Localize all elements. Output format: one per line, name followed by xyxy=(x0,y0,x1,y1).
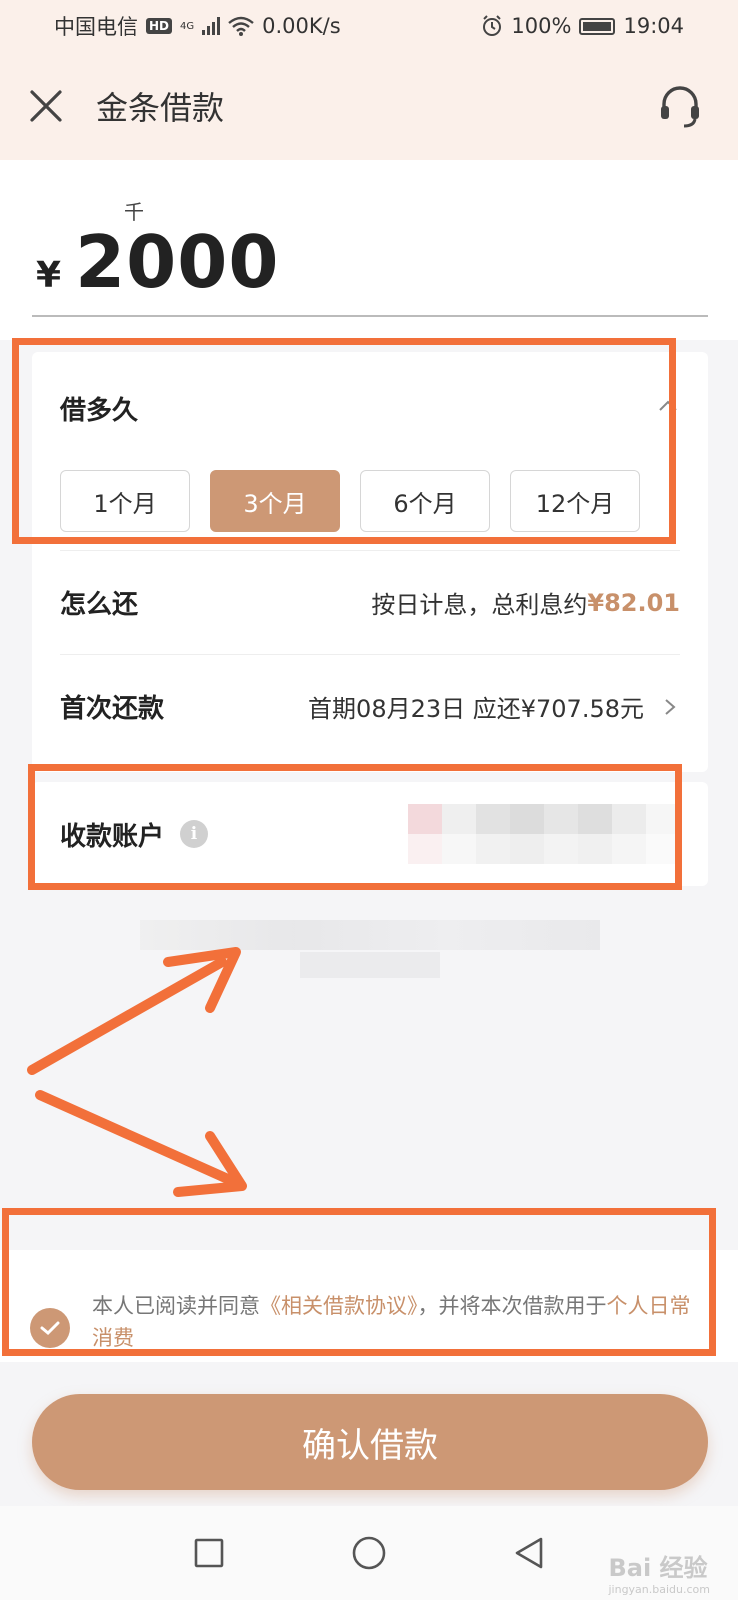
wifi-icon xyxy=(228,16,254,36)
agreement-text: 本人已阅读并同意《相关借款协议》，并将本次借款用于个人日常消费 xyxy=(92,1290,692,1354)
loan-details-card: 借多久 1个月 3个月 6个月 12个月 怎么还 按日计息，总利息约 ¥82.0… xyxy=(32,352,708,772)
battery-icon xyxy=(579,17,616,35)
repayment-method-row: 怎么还 按日计息，总利息约 ¥82.01 xyxy=(60,550,680,654)
amount-value: 2000 xyxy=(75,220,280,304)
repayment-label: 怎么还 xyxy=(60,590,139,620)
network-type: 4G xyxy=(180,20,195,32)
agreement-text-2: ，并将本次借款用于 xyxy=(417,1294,607,1318)
triangle-back-icon xyxy=(515,1537,543,1569)
battery-percent: 100% xyxy=(511,14,572,38)
annotation-arrows xyxy=(27,947,247,1197)
total-interest: ¥82.01 xyxy=(587,588,680,617)
customer-service-button[interactable] xyxy=(656,82,704,130)
agree-checkbox[interactable] xyxy=(30,1308,70,1348)
info-icon[interactable]: i xyxy=(180,820,209,848)
first-payment-label: 首次还款 xyxy=(60,694,165,724)
net-speed: 0.00K/s xyxy=(262,14,341,38)
close-button[interactable] xyxy=(26,86,66,126)
amount-underline xyxy=(32,315,708,317)
page-title: 金条借款 xyxy=(96,89,225,127)
check-icon xyxy=(40,1321,60,1336)
chevron-up-icon[interactable] xyxy=(656,394,680,418)
masked-account-number xyxy=(408,804,680,864)
loan-agreement-link[interactable]: 《相关借款协议》 xyxy=(260,1294,418,1318)
blurred-text-2 xyxy=(300,952,440,978)
amount-input[interactable]: ¥ 2000 xyxy=(36,220,279,304)
confirm-loan-button[interactable]: 确认借款 xyxy=(32,1394,708,1490)
status-bar: 中国电信 HD 4G 0.00K/s 100% 19:04 xyxy=(0,0,738,52)
signal-icon xyxy=(202,17,221,35)
account-label: 收款账户 xyxy=(60,821,165,852)
back-button[interactable] xyxy=(509,1533,549,1573)
first-payment-value: 首期08月23日 应还¥707.58元 xyxy=(308,689,680,724)
watermark: Bai 经验 jingyan.baidu.com xyxy=(608,1548,710,1596)
duration-option-3m[interactable]: 3个月 xyxy=(210,470,340,532)
carrier-name: 中国电信 xyxy=(54,15,138,39)
duration-label: 借多久 xyxy=(60,396,139,426)
top-bar: 金条借款 xyxy=(0,52,738,160)
receiving-account-row[interactable]: 收款账户 i xyxy=(32,782,708,886)
repayment-value: 按日计息，总利息约 ¥82.01 xyxy=(371,585,680,620)
circle-icon xyxy=(352,1536,386,1570)
watermark-brand: Bai 经验 xyxy=(608,1554,708,1582)
clock: 19:04 xyxy=(623,14,684,38)
chevron-right-icon xyxy=(665,698,676,715)
duration-options: 1个月 3个月 6个月 12个月 xyxy=(60,470,640,532)
home-button[interactable] xyxy=(349,1533,389,1573)
close-icon xyxy=(30,90,62,122)
recents-button[interactable] xyxy=(189,1533,229,1573)
first-payment-row[interactable]: 首次还款 首期08月23日 应还¥707.58元 xyxy=(60,654,680,758)
duration-option-6m[interactable]: 6个月 xyxy=(360,470,490,532)
hd-badge: HD xyxy=(146,18,173,34)
agreement-text-1: 本人已阅读并同意 xyxy=(92,1294,260,1318)
duration-option-1m[interactable]: 1个月 xyxy=(60,470,190,532)
watermark-url: jingyan.baidu.com xyxy=(608,1583,710,1596)
currency-symbol: ¥ xyxy=(36,255,62,296)
duration-option-12m[interactable]: 12个月 xyxy=(510,470,640,532)
headset-icon xyxy=(661,86,699,128)
alarm-icon xyxy=(483,15,502,36)
amount-section: 千 ¥ 2000 xyxy=(0,160,738,340)
first-payment-text: 首期08月23日 应还¥707.58元 xyxy=(308,695,644,723)
repayment-desc: 按日计息，总利息约 xyxy=(371,591,588,619)
square-icon xyxy=(194,1538,224,1568)
